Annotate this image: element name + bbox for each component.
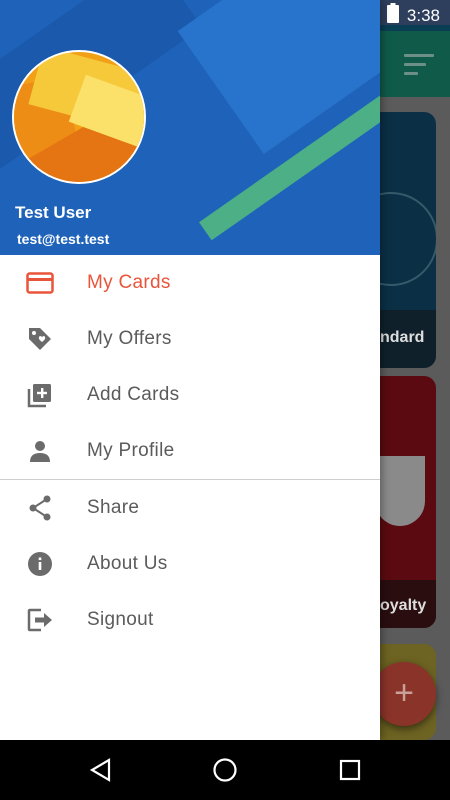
avatar[interactable] xyxy=(12,50,146,184)
menu-item-label: Signout xyxy=(87,609,154,630)
recents-icon[interactable] xyxy=(337,757,363,783)
menu-item-share[interactable]: Share xyxy=(0,480,380,536)
info-icon xyxy=(26,552,54,576)
menu-item-my-cards[interactable]: My Cards xyxy=(0,255,380,311)
menu-item-my-profile[interactable]: My Profile xyxy=(0,423,380,479)
battery-icon xyxy=(386,3,399,28)
drawer-menu: My Cards My Offers Add Cards My Profile xyxy=(0,255,380,648)
user-name: Test User xyxy=(15,203,92,222)
share-icon xyxy=(26,495,54,521)
clock: 3:38 xyxy=(406,5,440,25)
card-thumbnail[interactable] xyxy=(380,376,436,628)
menu-item-my-offers[interactable]: My Offers xyxy=(0,311,380,367)
navigation-drawer: Test User test@test.test My Cards My Off… xyxy=(0,0,380,740)
back-icon[interactable] xyxy=(87,757,113,783)
filter-icon[interactable] xyxy=(404,54,434,76)
system-nav-bar xyxy=(0,740,450,800)
menu-item-about-us[interactable]: About Us xyxy=(0,536,380,592)
menu-item-label: Share xyxy=(87,497,140,518)
drawer-header: Test User test@test.test xyxy=(0,0,380,255)
add-fab-button[interactable]: + xyxy=(372,662,436,726)
menu-item-label: Add Cards xyxy=(87,384,180,405)
tag-heart-icon xyxy=(26,327,54,351)
menu-item-signout[interactable]: Signout xyxy=(0,592,380,648)
cup-image xyxy=(380,456,425,526)
menu-item-label: My Profile xyxy=(87,440,175,461)
card-label: ndard xyxy=(380,329,425,346)
credit-card-icon xyxy=(26,271,54,295)
signout-icon xyxy=(26,608,54,632)
menu-item-label: About Us xyxy=(87,553,168,574)
home-icon[interactable] xyxy=(212,757,238,783)
menu-item-label: My Offers xyxy=(87,328,172,349)
menu-item-add-cards[interactable]: Add Cards xyxy=(0,367,380,423)
globe-image xyxy=(380,192,436,286)
person-icon xyxy=(26,439,54,463)
menu-item-label: My Cards xyxy=(87,272,171,293)
card-label: oyalty xyxy=(380,597,427,614)
user-email: test@test.test xyxy=(17,231,110,247)
add-to-library-icon xyxy=(26,383,54,408)
